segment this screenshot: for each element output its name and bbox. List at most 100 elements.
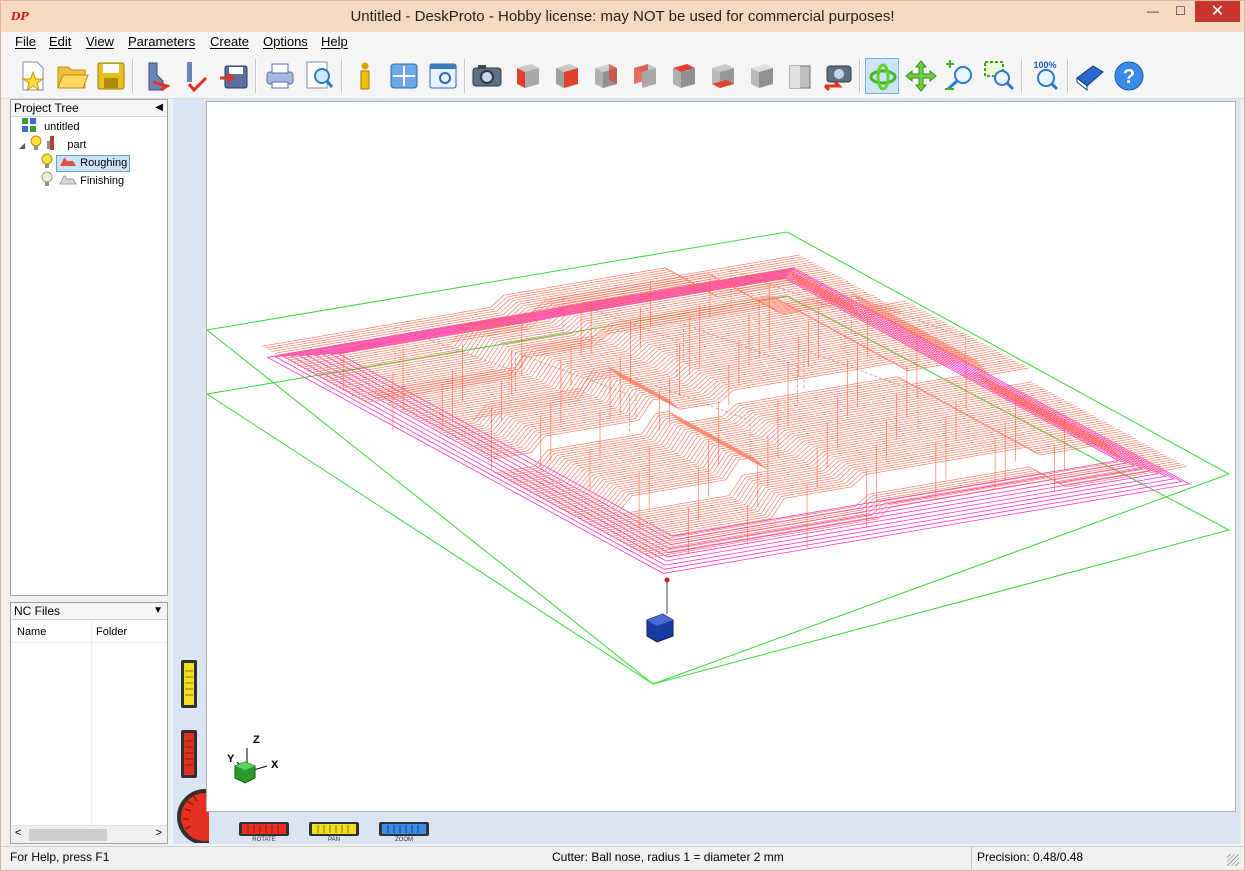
status-precision-text: Precision: 0.48/0.48 [977,850,1084,864]
menu-file[interactable]: File [15,34,36,49]
preview-window-icon[interactable] [426,58,460,94]
view-back-icon[interactable] [587,58,621,94]
zoom-label: ZOOM [395,837,413,843]
view-reset-icon[interactable] [782,58,816,94]
rotate-mode-icon[interactable] [865,58,899,94]
maximize-button[interactable]: ☐ [1167,1,1194,22]
menu-parameters[interactable]: Parameters [128,34,195,49]
toolpath-scanline [648,466,1187,559]
zoom-100-icon[interactable]: 100% [1028,58,1062,94]
tree-item-roughing[interactable]: Roughing [41,153,131,172]
zoom-window-icon[interactable] [982,58,1016,94]
stock-block-outline [205,231,1231,685]
view-right-icon[interactable] [548,58,582,94]
scroll-right-icon[interactable]: > [156,827,162,839]
finishing-operation-icon [59,175,77,185]
view-iso-icon[interactable] [743,58,777,94]
nc-files-header: NC Files ▼ [11,603,167,620]
print-icon[interactable] [263,58,297,94]
toolpath-scanline [316,275,855,377]
camera-restore-icon[interactable] [821,58,855,94]
view-top-icon[interactable] [665,58,699,94]
camera-icon[interactable] [470,58,504,94]
project-icon [22,118,36,132]
nc-files-column-header: Name Folder [11,621,167,835]
zoom-control[interactable]: ZOOM [378,821,430,843]
scroll-left-icon[interactable]: < [15,827,21,839]
load-vector-icon[interactable] [178,58,212,94]
menu-help[interactable]: Help [321,34,348,49]
application-window: DP Untitled - DeskProto - Hobby license:… [0,0,1245,871]
view-left-icon[interactable] [626,58,660,94]
menu-create[interactable]: Create [210,34,249,49]
rotate-dial-icon[interactable] [175,789,209,843]
project-tree-header: Project Tree ◀ [11,100,167,117]
pan-control[interactable]: PAN [308,821,360,843]
new-project-icon[interactable] [16,58,50,94]
status-cutter-text: Cutter: Ball nose, radius 1 = diameter 2… [552,850,784,864]
layout-icon[interactable] [387,58,421,94]
3d-viewport[interactable]: Z Y X [205,101,1237,813]
minimize-button[interactable]: — [1140,1,1166,22]
collapse-left-icon[interactable]: ◀ [155,100,163,116]
tree-item-label: part [67,139,87,151]
nc-files-title: NC Files [14,604,61,618]
zoom-mode-icon[interactable] [943,58,977,94]
save-as-icon[interactable] [217,58,251,94]
view-front-icon[interactable] [509,58,543,94]
zoom-wheel-icon[interactable] [378,821,430,837]
toolbar-separator [132,59,134,93]
menu-view[interactable]: View [86,34,114,49]
column-name[interactable]: Name [17,626,46,638]
status-help-text: For Help, press F1 [10,850,110,864]
finishing-contour [305,273,1152,554]
load-part-icon[interactable] [139,58,173,94]
toolpath-scanline [307,270,845,372]
rotate-control[interactable]: ROTATE [238,821,290,843]
pan-slider-icon[interactable] [180,659,198,709]
status-bar: For Help, press F1 Cutter: Ball nose, ra… [1,846,1244,870]
axis-y-label: Y [227,753,235,765]
zoom-slider-icon[interactable] [180,729,198,779]
toolpath-scanline [313,273,852,375]
rotate-wheel-icon[interactable] [238,821,290,837]
toolbar-separator [1067,59,1069,93]
menu-bar: File Edit View Parameters Create Options… [1,32,1244,53]
info-icon[interactable] [348,58,382,94]
close-button[interactable]: ✕ [1195,1,1240,22]
pan-mode-icon[interactable] [904,58,938,94]
roughing-operation-icon [60,158,77,166]
rotate-label: ROTATE [252,837,276,843]
tree-item-finishing[interactable]: Finishing [41,171,127,189]
toolbar-separator [341,59,343,93]
view-bottom-icon[interactable] [704,58,738,94]
resize-grip-icon[interactable] [1227,854,1239,866]
open-folder-icon[interactable] [55,58,89,94]
project-tree-panel: Project Tree ◀ untitled ◢ part Roughing … [10,99,168,596]
lightbulb-on-icon[interactable] [30,135,42,151]
manual-book-icon[interactable] [1073,58,1107,94]
axis-indicator: Z Y X [227,734,279,784]
scrollbar-thumb[interactable] [29,829,107,841]
menu-options[interactable]: Options [263,34,308,49]
toolpath-3d-view[interactable]: Z Y X [205,102,1237,813]
column-divider [91,621,92,835]
toolbar-separator [255,59,257,93]
status-divider [971,847,972,869]
dropdown-arrow-icon[interactable]: ▼ [153,603,163,619]
column-folder[interactable]: Folder [96,626,127,638]
nc-files-panel: NC Files ▼ Name Folder < > [10,602,168,844]
horizontal-scrollbar[interactable]: < > [11,825,167,843]
title-bar[interactable]: DP Untitled - DeskProto - Hobby license:… [1,1,1244,32]
tree-expand-icon[interactable]: ◢ [19,141,25,150]
lightbulb-off-icon[interactable] [41,171,53,187]
help-icon[interactable]: ? [1112,58,1146,94]
tree-item-untitled[interactable]: untitled [21,117,80,135]
menu-edit[interactable]: Edit [49,34,71,49]
pan-wheel-icon[interactable] [308,821,360,837]
tree-item-part[interactable]: ◢ part [19,135,86,153]
finishing-contour [321,275,1136,545]
lightbulb-on-icon[interactable] [41,153,53,169]
print-preview-icon[interactable] [302,58,336,94]
save-icon[interactable] [94,58,128,94]
